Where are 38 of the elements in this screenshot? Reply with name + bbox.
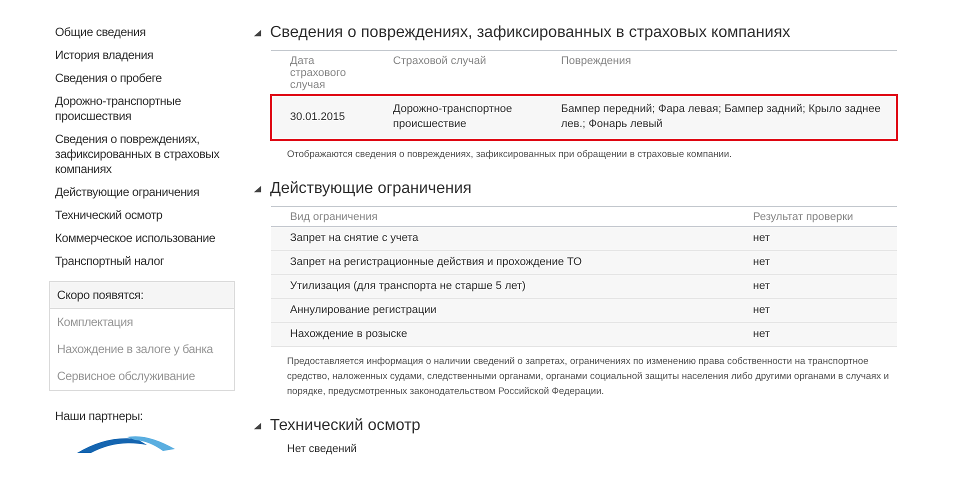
coming-soon-item: Сервисное обслуживание — [56, 368, 196, 385]
table-cell: 30.01.2015 — [271, 94, 374, 140]
sidebar-link[interactable]: История владения — [55, 48, 220, 63]
partner-logo-icon — [77, 433, 177, 453]
section-title: Действующие ограничения — [270, 180, 472, 198]
table-cell: Бампер передний; Фара левая; Бампер задний; Крыло заднее лев.; Фонарь левый — [542, 94, 897, 140]
partners-title: Наши партнеры: — [55, 409, 144, 423]
table-cell: Запрет на регистрационные действия и прохождение ТО — [271, 250, 734, 274]
sidebar-link[interactable]: Сведения о пробеге — [55, 71, 220, 86]
table-cell: нет — [734, 250, 897, 274]
section-title: Сведения о повреждениях, зафиксированных в страховых компаниях — [270, 24, 790, 42]
coming-soon-item: Нахождение в залоге у банка — [56, 341, 214, 358]
coming-soon-title: Скоро появятся: — [50, 282, 234, 309]
column-header: Вид ограничения — [271, 206, 734, 226]
table-cell: нет — [734, 298, 897, 322]
table-cell: Запрет на снятие с учета — [271, 226, 734, 250]
sidebar-link[interactable]: Коммерческое использование — [55, 231, 220, 246]
section-title: Технический осмотр — [270, 417, 420, 435]
sidebar-link[interactable]: Транспортный налог — [55, 254, 220, 269]
section-note: Отображаются сведения о повреждениях, зафиксированных при обращении в страховые компании. — [287, 148, 733, 162]
coming-soon-item: Комплектация — [56, 314, 134, 331]
sidebar-link[interactable]: Дорожно-транспортные происшествия — [55, 94, 220, 124]
table-cell: нет — [734, 322, 897, 346]
sidebar-link[interactable]: Технический осмотр — [55, 208, 220, 223]
sidebar-link[interactable]: Действующие ограничения — [55, 185, 220, 200]
table-cell: нет — [734, 226, 897, 250]
sidebar-link[interactable]: Общие сведения — [55, 25, 220, 40]
table-cell: нет — [734, 274, 897, 298]
table-cell: Утилизация (для транспорта не старше 5 лет) — [271, 274, 734, 298]
section-note: Предоставляется информация о наличии сведений о запретах, ограничениях по изменению права собственности на транспортное средство, наложенных судами, следственными органами, органами социальной защиты населения либо другими органами в случаях и порядке, предусмотренных законодательством Российской Федерации. — [287, 355, 890, 399]
collapse-triangle-icon[interactable] — [253, 184, 262, 194]
collapse-triangle-icon[interactable] — [253, 422, 262, 430]
collapse-triangle-icon[interactable] — [253, 28, 262, 38]
sidebar-link[interactable]: Сведения о повреждениях, зафиксированных в страховых компаниях — [55, 132, 220, 177]
table-cell: Аннулирование регистрации — [271, 298, 734, 322]
table-cell: Дорожно-транспортное происшествие — [374, 94, 542, 140]
table-cell: Нахождение в розыске — [271, 322, 734, 346]
section-text: Нет сведений — [287, 443, 358, 455]
